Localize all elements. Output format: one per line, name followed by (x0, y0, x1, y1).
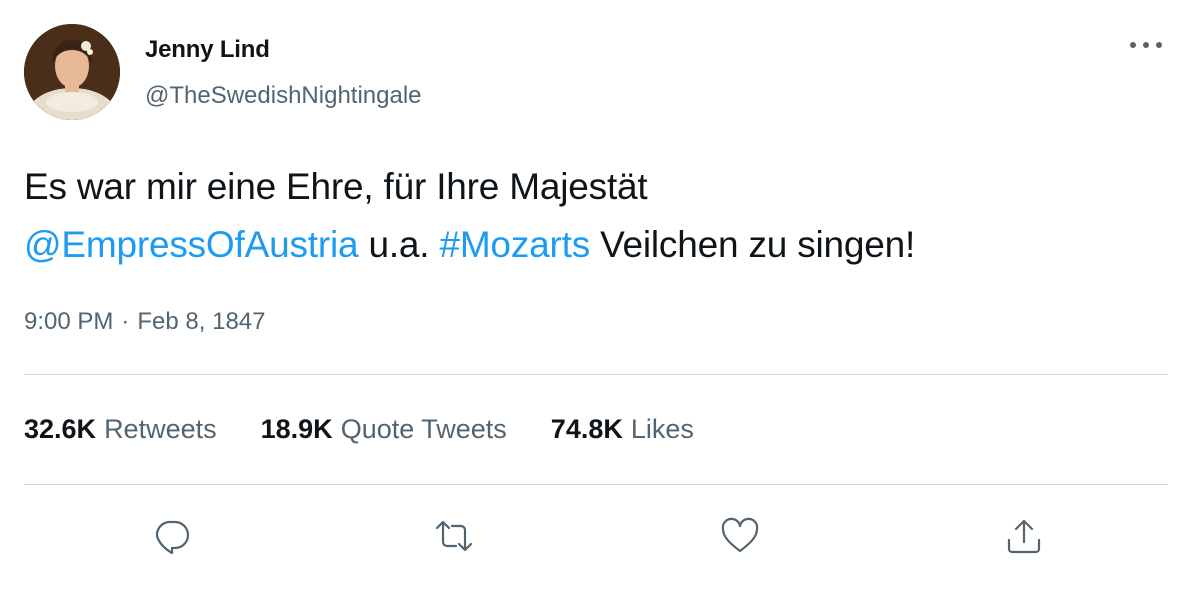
divider (24, 374, 1168, 375)
tweet-time: 9:00 PM (24, 308, 114, 335)
retweet-icon (435, 520, 473, 552)
retweets-stat[interactable]: 32.6K Retweets (24, 414, 217, 445)
tweet-date: Feb 8, 1847 (137, 308, 266, 335)
like-button[interactable] (716, 512, 764, 560)
quote-tweets-label: Quote Tweets (340, 414, 507, 444)
share-button[interactable] (1000, 512, 1048, 560)
engagement-stats: 32.6K Retweets 18.9K Quote Tweets 74.8K … (24, 414, 738, 445)
share-icon (1007, 519, 1041, 554)
meta-separator: · (121, 308, 130, 335)
user-handle[interactable]: @TheSwedishNightingale (145, 82, 422, 110)
tweet-text-part: Es war mir eine Ehre, für Ihre Majestät (24, 166, 648, 207)
avatar[interactable] (24, 24, 120, 120)
retweets-count: 32.6K (24, 414, 97, 444)
quote-tweets-stat[interactable]: 18.9K Quote Tweets (261, 414, 507, 445)
reply-icon (155, 520, 190, 555)
divider (24, 484, 1168, 485)
tweet-text-part: Veilchen zu singen! (590, 224, 916, 265)
hashtag-link[interactable]: #Mozarts (439, 224, 590, 265)
retweet-button[interactable] (430, 512, 478, 560)
more-options-button[interactable] (1124, 30, 1168, 60)
tweet-text-part: u.a. (358, 224, 440, 265)
heart-icon (721, 517, 759, 553)
tweet-text: Es war mir eine Ehre, für Ihre Majestät … (24, 158, 1164, 274)
tweet-timestamp[interactable]: 9:00 PM · Feb 8, 1847 (24, 308, 266, 336)
avatar-portrait (24, 24, 120, 120)
retweets-label: Retweets (104, 414, 217, 444)
likes-count: 74.8K (550, 414, 623, 444)
reply-button[interactable] (148, 512, 196, 560)
mention-link[interactable]: @EmpressOfAustria (24, 224, 359, 265)
quote-tweets-count: 18.9K (260, 414, 333, 444)
tweet: Jenny Lind @TheSwedishNightingale Es war… (0, 0, 1192, 606)
likes-label: Likes (630, 414, 694, 444)
likes-stat[interactable]: 74.8K Likes (551, 414, 694, 445)
more-horizontal-icon (1130, 42, 1162, 48)
display-name[interactable]: Jenny Lind (145, 36, 270, 64)
